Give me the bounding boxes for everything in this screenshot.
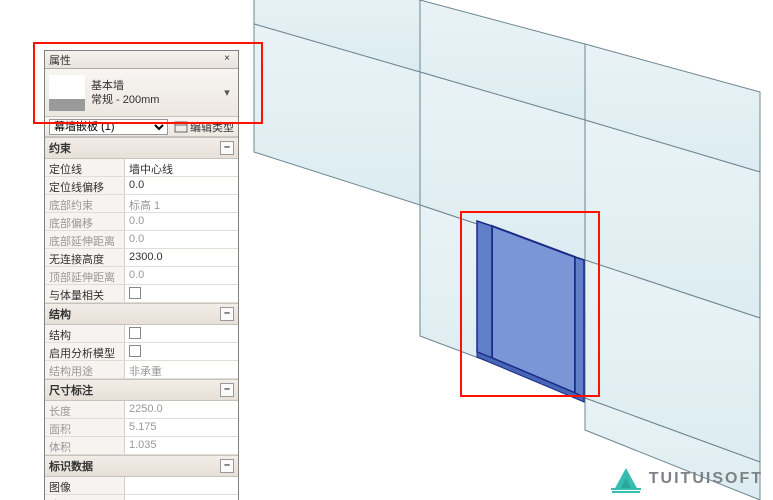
prop-location-line[interactable]: 定位线墙中心线 — [45, 159, 238, 177]
chevron-down-icon[interactable]: ▾ — [220, 86, 234, 99]
prop-top-extension[interactable]: 顶部延伸距离0.0 — [45, 267, 238, 285]
prop-base-constraint[interactable]: 底部约束标高 1 — [45, 195, 238, 213]
edit-type-label: 编辑类型 — [190, 119, 234, 135]
group-dimensions[interactable]: 尺寸标注 – — [45, 379, 238, 401]
collapse-icon[interactable]: – — [220, 459, 234, 473]
collapse-icon[interactable]: – — [220, 307, 234, 321]
prop-volume[interactable]: 体积1.035 — [45, 437, 238, 455]
prop-location-offset[interactable]: 定位线偏移0.0 — [45, 177, 238, 195]
group-identity[interactable]: 标识数据 – — [45, 455, 238, 477]
prop-base-offset[interactable]: 底部偏移0.0 — [45, 213, 238, 231]
watermark-logo: TUITUISOFT — [609, 464, 763, 494]
panel-titlebar[interactable]: 属性 × — [45, 51, 238, 69]
prop-area[interactable]: 面积5.175 — [45, 419, 238, 437]
close-icon[interactable]: × — [220, 53, 234, 67]
prop-base-extension[interactable]: 底部延伸距离0.0 — [45, 231, 238, 249]
panel-title: 属性 — [49, 52, 71, 68]
prop-image[interactable]: 图像 — [45, 477, 238, 495]
collapse-icon[interactable]: – — [220, 141, 234, 155]
prop-structural[interactable]: 结构 — [45, 325, 238, 343]
checkbox-icon[interactable] — [129, 287, 141, 299]
prop-analytical-model[interactable]: 启用分析模型 — [45, 343, 238, 361]
collapse-icon[interactable]: – — [220, 383, 234, 397]
instance-row: 幕墙嵌板 (1) 编辑类型 — [45, 117, 238, 137]
checkbox-icon[interactable] — [129, 327, 141, 339]
group-structure[interactable]: 结构 – — [45, 303, 238, 325]
type-text: 基本墙 常规 - 200mm — [91, 79, 220, 107]
property-list[interactable]: 约束 – 定位线墙中心线 定位线偏移0.0 底部约束标高 1 底部偏移0.0 底… — [45, 137, 238, 500]
prop-length[interactable]: 长度2250.0 — [45, 401, 238, 419]
type-selector[interactable]: 基本墙 常规 - 200mm ▾ — [45, 69, 238, 117]
edit-type-button[interactable]: 编辑类型 — [174, 119, 234, 135]
prop-unconnected-height[interactable]: 无连接高度2300.0 — [45, 249, 238, 267]
prop-structural-usage[interactable]: 结构用途非承重 — [45, 361, 238, 379]
prop-mass-related[interactable]: 与体量相关 — [45, 285, 238, 303]
instance-select[interactable]: 幕墙嵌板 (1) — [49, 119, 168, 135]
prop-notes[interactable]: 注释 — [45, 495, 238, 500]
group-constraints[interactable]: 约束 – — [45, 137, 238, 159]
properties-panel: 属性 × 基本墙 常规 - 200mm ▾ 幕墙嵌板 (1) 编辑类型 约束 – — [44, 50, 239, 500]
watermark-text: TUITUISOFT — [649, 470, 763, 488]
type-preview-icon — [49, 75, 85, 111]
checkbox-icon[interactable] — [129, 345, 141, 357]
